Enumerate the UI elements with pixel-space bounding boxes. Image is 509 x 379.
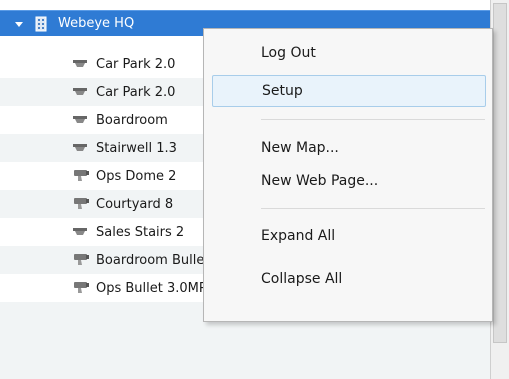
menu-item-setup[interactable]: Setup xyxy=(212,75,486,107)
tree-item-label: Boardroom xyxy=(96,112,168,128)
dome-camera-icon xyxy=(72,141,90,155)
dome-camera-icon xyxy=(72,85,90,99)
menu-separator xyxy=(261,208,485,209)
menu-item-label: Setup xyxy=(262,83,303,99)
tree-item-label: Stairwell 1.3 xyxy=(96,140,177,156)
tree-item-label: Courtyard 8 xyxy=(96,196,174,212)
dome-camera-icon xyxy=(72,113,90,127)
dome-camera-icon xyxy=(72,225,90,239)
menu-item-label: New Web Page... xyxy=(261,173,379,189)
bullet-camera-icon xyxy=(72,197,90,211)
menu-item-label: Log Out xyxy=(261,45,316,61)
tree-item-label: Ops Dome 2 xyxy=(96,168,177,184)
chevron-down-icon[interactable] xyxy=(14,19,24,29)
menu-item-log-out[interactable]: Log Out xyxy=(212,37,486,69)
building-icon xyxy=(34,16,52,31)
bullet-camera-icon xyxy=(72,253,90,267)
tree-item-label: Car Park 2.0 xyxy=(96,84,176,100)
menu-item-label: Expand All xyxy=(261,228,336,244)
tree-root-label: Webeye HQ xyxy=(58,16,135,31)
menu-separator xyxy=(261,119,485,120)
menu-item-collapse-all[interactable]: Collapse All xyxy=(212,263,486,295)
tree-item-label: Ops Bullet 3.0MP xyxy=(96,280,207,296)
scrollbar-thumb[interactable] xyxy=(493,3,507,343)
dome-camera-icon xyxy=(72,57,90,71)
tree-item-label: Sales Stairs 2 xyxy=(96,224,185,240)
menu-item-label: New Map... xyxy=(261,140,339,156)
bullet-camera-icon xyxy=(72,169,90,183)
bullet-camera-icon xyxy=(72,281,90,295)
menu-item-label: Collapse All xyxy=(261,271,343,287)
menu-item-new-map[interactable]: New Map... xyxy=(212,132,486,164)
menu-item-expand-all[interactable]: Expand All xyxy=(212,220,486,252)
menu-item-new-web-page[interactable]: New Web Page... xyxy=(212,165,486,197)
context-menu: Log Out Setup New Map... New Web Page...… xyxy=(203,28,493,322)
tree-item-label: Car Park 2.0 xyxy=(96,56,176,72)
